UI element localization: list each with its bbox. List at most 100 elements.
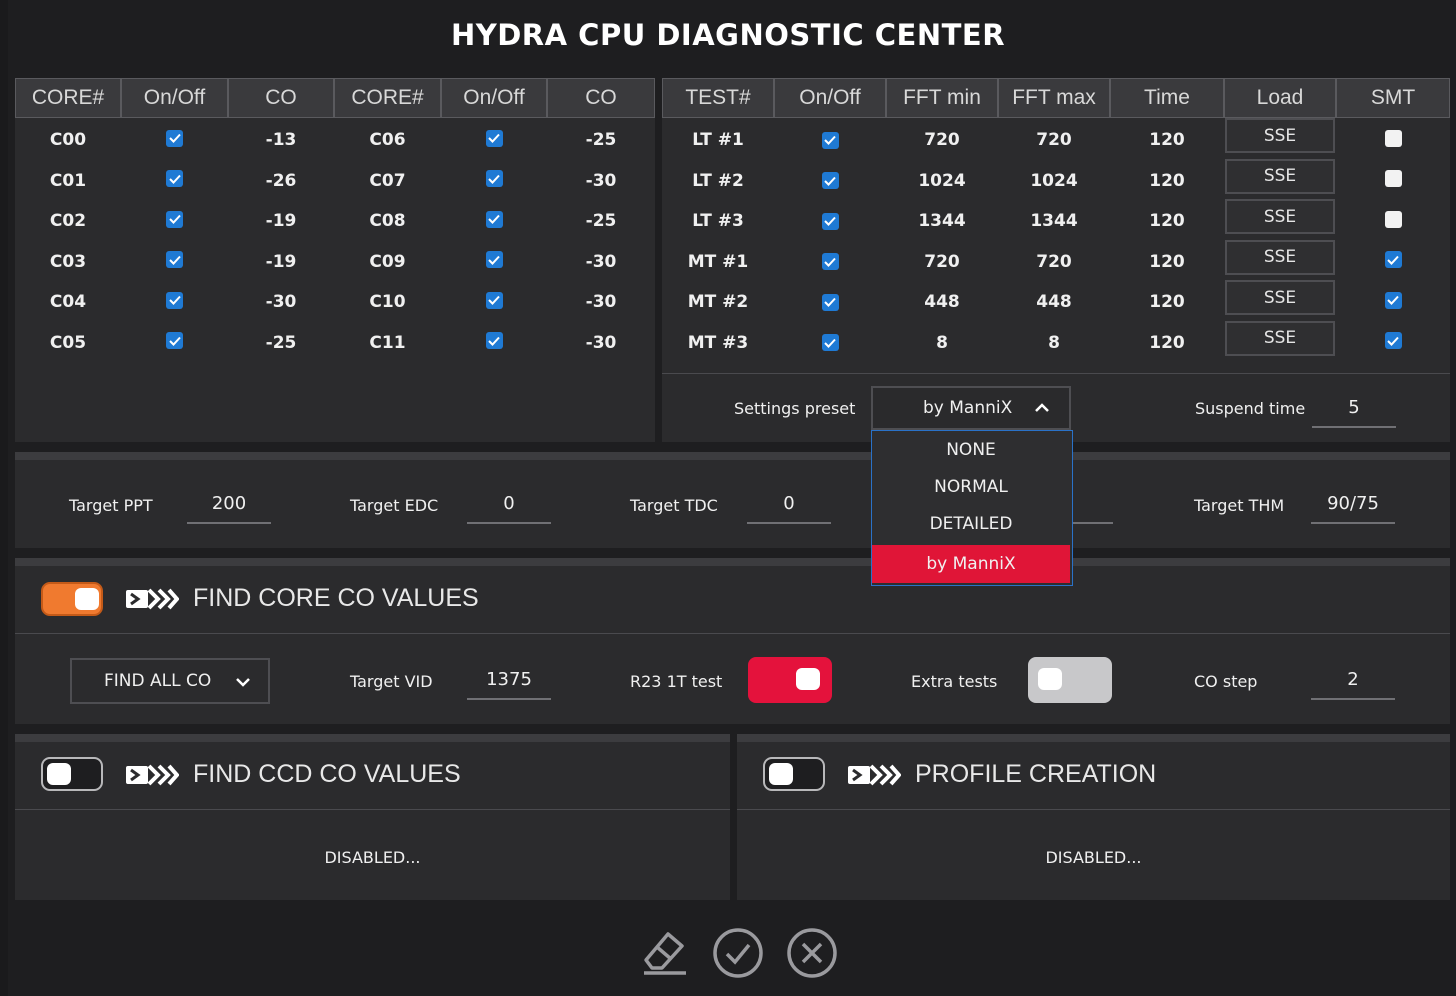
suspend-time-input[interactable]: 5	[1312, 397, 1396, 418]
checkbox-unchecked[interactable]	[1384, 170, 1402, 187]
load-select-button[interactable]: SSE	[1225, 118, 1335, 153]
close-circle-icon[interactable]	[786, 927, 838, 979]
preset-option-none[interactable]: NONE	[872, 431, 1070, 469]
core-id: C05	[49, 332, 87, 353]
core-id: C03	[49, 251, 87, 272]
checkbox-checked[interactable]	[1384, 332, 1402, 349]
find-ccd-title: FIND CCD CO VALUES	[193, 760, 461, 788]
test-id: LT #2	[692, 170, 744, 191]
col-header: On/Off	[121, 78, 228, 118]
checkbox-checked[interactable]	[821, 212, 839, 230]
checkbox-checked[interactable]	[821, 334, 839, 351]
profile-divider	[737, 734, 1450, 742]
checkbox-checked[interactable]	[166, 129, 183, 147]
checkbox-checked[interactable]	[485, 332, 503, 349]
checkbox-checked[interactable]	[485, 291, 503, 309]
core-co-value: -13	[265, 130, 297, 150]
checkbox-checked[interactable]	[821, 293, 839, 311]
extra-tests-label: Extra tests	[911, 672, 998, 691]
checkbox-checked[interactable]	[166, 291, 183, 309]
checkmark-icon	[824, 297, 836, 307]
checkbox-checked[interactable]	[821, 253, 839, 270]
time-value: 120	[1149, 251, 1185, 272]
target-tdc-input[interactable]: 0	[747, 493, 831, 514]
load-select-button[interactable]: SSE	[1225, 239, 1335, 275]
preset-option-normal[interactable]: NORMAL	[872, 468, 1070, 506]
find-ccd-toggle[interactable]	[41, 757, 103, 791]
checkbox-checked[interactable]	[485, 129, 503, 147]
fft-min-value: 720	[924, 130, 960, 150]
r23-test-toggle[interactable]	[748, 657, 832, 703]
checkbox-unchecked[interactable]	[1384, 210, 1402, 228]
checkmark-icon	[824, 216, 836, 226]
profile-toggle[interactable]	[763, 757, 825, 791]
load-select-button[interactable]: SSE	[1225, 320, 1335, 356]
core-co-value: -30	[585, 292, 617, 312]
load-select-button[interactable]: SSE	[1225, 158, 1335, 194]
checkbox-checked[interactable]	[821, 172, 839, 189]
target-ppt-input[interactable]: 200	[187, 493, 271, 514]
divider	[662, 373, 1450, 374]
checkbox-checked[interactable]	[166, 170, 183, 187]
arrows-icon	[848, 764, 901, 786]
checkbox-unchecked[interactable]	[1384, 129, 1402, 147]
fft-min-value: 1024	[918, 170, 966, 191]
find-core-toggle[interactable]	[41, 582, 103, 616]
target-ppt-label: Target PPT	[69, 496, 153, 515]
checkmark-icon	[824, 176, 836, 186]
col-header: CORE#	[15, 78, 121, 118]
col-header: Load	[1224, 78, 1336, 118]
core-id: C07	[369, 170, 406, 191]
load-select-button[interactable]: SSE	[1225, 199, 1335, 234]
target-vid-input[interactable]: 1375	[467, 669, 551, 690]
test-id: MT #1	[687, 251, 749, 272]
section-divider	[15, 633, 1450, 634]
load-select-button[interactable]: SSE	[1225, 280, 1335, 315]
find-ccd-status: DISABLED...	[324, 848, 421, 867]
checkbox-checked[interactable]	[821, 131, 839, 149]
checkbox-checked[interactable]	[1384, 291, 1402, 309]
checkbox-checked[interactable]	[166, 251, 183, 268]
fft-max-value: 8	[1048, 332, 1060, 353]
core-enable-cell	[441, 280, 547, 320]
targets-panel: Target PPT 200 Target EDC 0 Target TDC 0…	[15, 460, 1450, 548]
checkbox-checked[interactable]	[485, 170, 503, 187]
preset-option-detailed[interactable]: DETAILED	[872, 505, 1070, 543]
checkmark-icon	[824, 257, 836, 267]
toggle-knob	[1038, 668, 1062, 690]
checkmark-icon	[168, 133, 181, 143]
targets-divider	[15, 452, 1450, 460]
suspend-time-underline	[1312, 426, 1396, 428]
time-value: 120	[1149, 170, 1185, 191]
core-enable-cell	[441, 199, 547, 239]
toggle-knob	[47, 763, 71, 785]
core-co-value: -19	[265, 211, 297, 231]
find-mode-select[interactable]: FIND ALL CO	[70, 658, 270, 704]
core-id: C01	[49, 170, 87, 191]
checkbox-checked[interactable]	[485, 251, 503, 268]
eraser-icon[interactable]	[638, 926, 690, 978]
time-value: 120	[1149, 332, 1185, 353]
settings-preset-select[interactable]: by ManniX	[871, 386, 1071, 430]
smt-cell	[1336, 159, 1450, 199]
checkmark-icon	[168, 255, 181, 265]
test-enable-cell	[774, 323, 886, 363]
target-edc-input[interactable]: 0	[467, 493, 551, 514]
check-circle-icon[interactable]	[712, 927, 764, 979]
checkbox-checked[interactable]	[1384, 251, 1402, 268]
test-enable-cell	[774, 161, 886, 201]
checkbox-checked[interactable]	[166, 210, 183, 228]
fft-min-value: 720	[924, 251, 960, 272]
preset-option-by-mannix[interactable]: by ManniX	[872, 545, 1070, 583]
target-thm-input[interactable]: 90/75	[1311, 493, 1395, 514]
target-thm-underline	[1311, 522, 1395, 524]
core-enable-cell	[121, 321, 228, 361]
fft-max-value: 448	[1036, 292, 1072, 312]
core-id: C10	[369, 292, 406, 312]
core-enable-cell	[121, 280, 228, 320]
checkbox-checked[interactable]	[485, 210, 503, 228]
co-step-input[interactable]: 2	[1311, 669, 1395, 690]
checkbox-checked[interactable]	[166, 332, 183, 349]
extra-tests-toggle[interactable]	[1028, 657, 1112, 703]
col-header: CO	[228, 78, 334, 118]
